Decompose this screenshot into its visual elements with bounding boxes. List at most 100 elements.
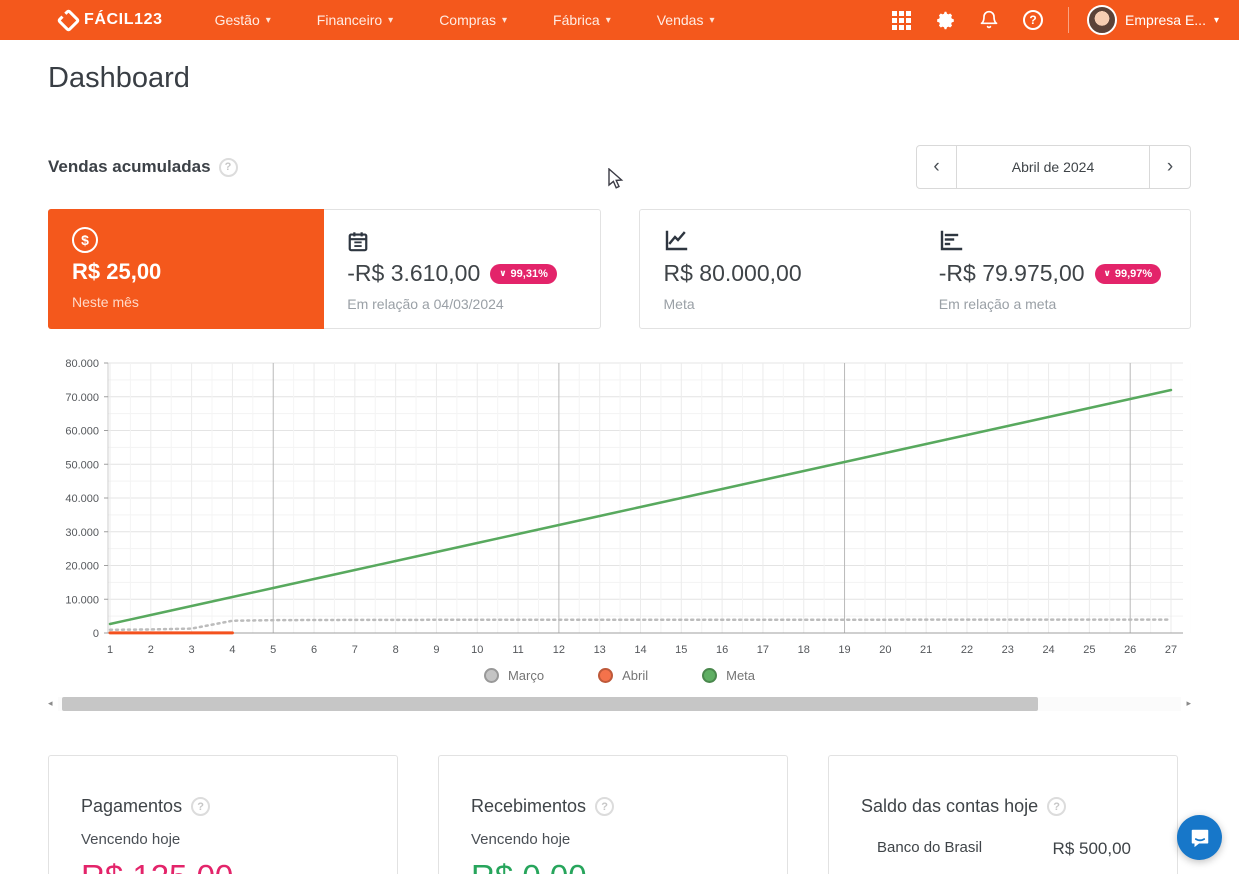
avatar [1087,5,1118,35]
saldo-account-row: Banco do Brasil R$ 500,00 [861,839,1145,859]
prev-month-button[interactable]: ‹ [916,145,957,189]
logo-text: FÁCIL123 [84,11,163,28]
svg-text:3: 3 [189,644,195,655]
stat-caption: Meta [663,296,695,312]
chat-bubble-icon [1191,829,1208,847]
svg-text:19: 19 [838,644,850,655]
page-title: Dashboard [48,62,190,94]
diamond-logo-icon [56,7,81,33]
svg-text:5: 5 [270,644,276,655]
legend-item-abril: Abril [598,668,648,683]
line-chart-canvas: 0 10.000 20.000 30.000 40.000 50.000 60.000 70.… [65,358,1192,656]
vendas-acumuladas-chart: 0 10.000 20.000 30.000 40.000 50.000 60.000 70.… [48,353,1192,660]
recebimentos-title: Recebimentos [471,796,587,816]
account-balance: R$ 500,00 [1052,839,1131,858]
pagamentos-title: Pagamentos [81,796,183,816]
variation-badge: ∨ 99,31% [490,263,557,284]
chevron-down-icon: ▾ [709,14,715,26]
top-navbar: FÁCIL123 Gestão ▾ Financeiro ▾ Compras ▾ Fá… [0,0,1239,40]
scroll-right-arrow[interactable]: ▸ [1186,698,1191,709]
svg-text:20.000: 20.000 [65,561,99,573]
svg-text:14: 14 [634,644,646,655]
svg-text:20: 20 [879,644,891,655]
svg-text:22: 22 [961,644,973,655]
stat-value: R$ 25,00 [72,259,162,284]
svg-text:16: 16 [716,644,728,655]
account-label: Empresa E... [1125,12,1206,28]
legend-item-marco: Março [483,668,544,683]
saldo-title: Saldo das contas hoje [861,796,1039,816]
menu-financeiro[interactable]: Financeiro ▾ [303,0,407,40]
menu-fabrica[interactable]: Fábrica ▾ [539,0,625,40]
menu-compras[interactable]: Compras ▾ [425,0,521,40]
stat-value: R$ 80.000,00 [663,260,802,286]
svg-text:10: 10 [471,644,483,655]
svg-text:10.000: 10.000 [65,594,99,606]
legend-dot-icon [702,668,718,683]
stat-value: -R$ 79.975,00 [938,260,1085,286]
svg-text:6: 6 [311,644,317,655]
notifications-bell-icon[interactable] [972,3,1006,37]
help-tooltip-icon[interactable]: ? [191,797,211,816]
account-menu[interactable]: Empresa E... ▾ [1087,5,1219,35]
svg-text:18: 18 [798,644,810,655]
stat-caption: Em relação a meta [938,296,1057,312]
legend-item-meta: Meta [702,668,755,683]
apps-grid-icon[interactable] [884,3,918,37]
svg-text:60.000: 60.000 [65,426,99,438]
account-name: Banco do Brasil [877,839,983,856]
menu-vendas[interactable]: Vendas ▾ [643,0,729,40]
svg-text:80.000: 80.000 [65,358,99,370]
svg-text:15: 15 [675,644,687,655]
recebimentos-card: Recebimentos ? Vencendo hoje R$ 0,00 [438,755,788,874]
help-tooltip-icon[interactable]: ? [1047,797,1067,816]
next-month-button[interactable]: › [1150,145,1191,189]
stat-relacao-meta: -R$ 79.975,00 ∨ 99,97% Em relação a meta [915,210,1190,328]
chevron-down-icon: ∨ [1103,268,1111,278]
svg-text:7: 7 [352,644,358,655]
current-month-card-group: $ R$ 25,00 Neste mês -R$ 3.610,00 ∨ 99,3… [48,209,601,329]
scroll-left-arrow[interactable]: ◂ [48,698,53,709]
settings-gear-icon[interactable] [928,3,962,37]
menu-gestao[interactable]: Gestão ▾ [201,0,285,40]
svg-text:50.000: 50.000 [65,459,99,471]
chat-launcher-button[interactable] [1177,815,1222,860]
svg-text:4: 4 [229,644,235,655]
scrollbar-thumb[interactable] [62,697,1038,711]
svg-text:26: 26 [1124,644,1136,655]
svg-text:0: 0 [93,628,99,640]
vendas-acumuladas-title: Vendas acumuladas [48,157,211,176]
dollar-circle-icon: $ [72,227,98,253]
recebimentos-value: R$ 0,00 [471,858,755,874]
svg-text:13: 13 [594,644,606,655]
navbar-divider [1068,7,1070,33]
svg-text:40.000: 40.000 [65,493,99,505]
help-tooltip-icon[interactable]: ? [218,157,238,177]
svg-text:2: 2 [148,644,154,655]
svg-text:17: 17 [757,644,769,655]
variation-badge: ∨ 99,97% [1094,263,1162,284]
saldo-contas-card: Saldo das contas hoje ? Banco do Brasil … [828,755,1178,874]
chevron-down-icon: ∨ [499,268,507,278]
pagamentos-value: R$ 125,00 [81,858,365,874]
help-icon[interactable]: ? [1016,3,1050,37]
chart-legend: Março Abril Meta [48,668,1191,683]
stat-relacao-mes-anterior: -R$ 3.610,00 ∨ 99,31% Em relação a 04/03… [323,210,599,328]
pagamentos-subtitle: Vencendo hoje [81,831,181,848]
app-logo[interactable]: FÁCIL123 [56,7,163,33]
legend-dot-icon [483,668,499,683]
svg-text:23: 23 [1002,644,1014,655]
svg-text:11: 11 [512,644,523,655]
svg-text:1: 1 [107,644,113,655]
bar-chart-icon [939,228,1166,254]
pagamentos-card: Pagamentos ? Vencendo hoje R$ 125,00 [48,755,398,874]
svg-text:70.000: 70.000 [65,392,99,404]
help-tooltip-icon[interactable]: ? [595,797,615,816]
chevron-down-icon: ▾ [501,14,508,26]
svg-text:24: 24 [1042,644,1054,655]
svg-text:12: 12 [553,644,565,655]
svg-text:27: 27 [1165,644,1177,655]
svg-text:21: 21 [920,644,932,655]
stat-caption: Neste mês [72,294,139,310]
svg-text:25: 25 [1083,644,1095,655]
